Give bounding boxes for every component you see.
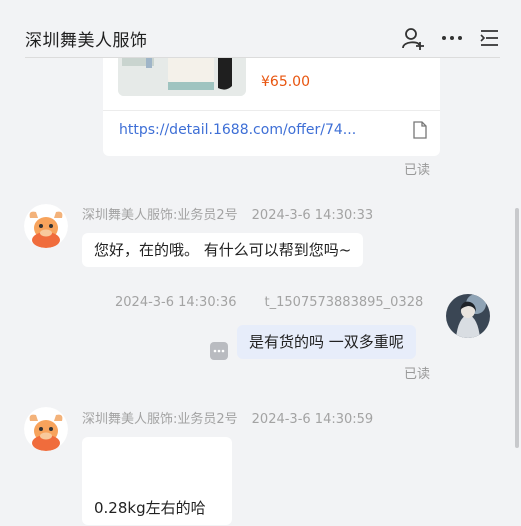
read-status: 已读 xyxy=(404,367,431,382)
sender-name: t_1507573883895_0328 xyxy=(264,295,424,310)
message-time: 2024-3-6 14:30:36 xyxy=(115,295,237,310)
document-icon[interactable] xyxy=(412,121,428,139)
add-contact-icon[interactable] xyxy=(400,25,426,51)
product-link[interactable]: https://detail.1688.com/offer/74... xyxy=(119,122,356,138)
avatar[interactable] xyxy=(446,294,490,338)
more-icon[interactable] xyxy=(210,342,228,360)
product-divider xyxy=(103,110,440,111)
message-time: 2024-3-6 14:30:59 xyxy=(251,412,374,427)
sender-name: 深圳舞美人服饰:业务员2号 xyxy=(82,412,238,427)
scrollbar[interactable] xyxy=(515,208,519,448)
message-bubble[interactable]: 是有货的吗 一双多重呢 xyxy=(237,325,416,359)
message-time: 2024-3-6 14:30:33 xyxy=(251,208,374,223)
chat-header: 深圳舞美人服饰 xyxy=(0,0,521,58)
read-status: 已读 xyxy=(404,163,431,178)
chat-title: 深圳舞美人服饰 xyxy=(25,31,148,51)
message-meta: 深圳舞美人服饰:业务员2号 2024-3-6 14:30:59 xyxy=(82,408,373,427)
product-image[interactable] xyxy=(118,58,246,96)
chat-messages[interactable]: ¥65.00 https://detail.1688.com/offer/74.… xyxy=(0,58,521,526)
message-text: 0.28kg左右的哈 xyxy=(94,499,206,517)
product-card[interactable]: ¥65.00 https://detail.1688.com/offer/74.… xyxy=(103,58,440,156)
menu-list-icon[interactable] xyxy=(476,25,502,51)
message-bubble[interactable]: 0.28kg左右的哈 xyxy=(82,437,232,525)
message-meta: 深圳舞美人服饰:业务员2号 2024-3-6 14:30:33 xyxy=(82,204,373,223)
message-bubble[interactable]: 您好，在的哦。 有什么可以帮到您吗~ xyxy=(82,233,364,267)
avatar[interactable] xyxy=(24,204,68,248)
product-price: ¥65.00 xyxy=(261,74,310,90)
avatar[interactable] xyxy=(24,407,68,451)
message-meta: 2024-3-6 14:30:36 t_1507573883895_0328 xyxy=(115,295,423,310)
more-icon[interactable] xyxy=(439,25,465,51)
sender-name: 深圳舞美人服饰:业务员2号 xyxy=(82,208,238,223)
